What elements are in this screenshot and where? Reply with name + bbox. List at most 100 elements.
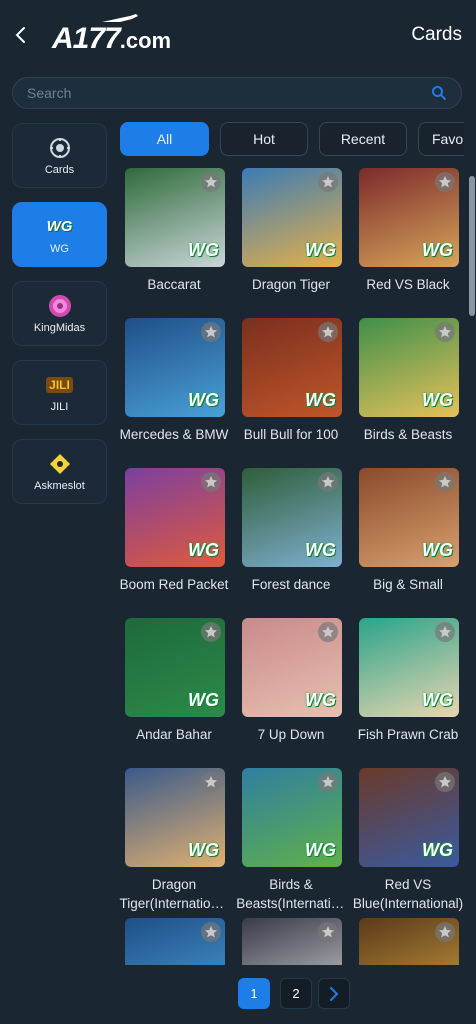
- game-grid: WG Baccarat WG Dragon Tiger WG Red VS Black WG…: [118, 168, 468, 965]
- site-logo[interactable]: A177.com: [52, 12, 202, 58]
- favorite-star-icon[interactable]: [201, 922, 221, 942]
- wg-logo-icon: WG: [305, 240, 336, 260]
- filter-tabs: All Hot Recent Favo: [120, 122, 464, 158]
- game-card[interactable]: WG Big & Small: [352, 468, 464, 594]
- game-card[interactable]: WG Fish Prawn Crab: [352, 618, 464, 744]
- game-card[interactable]: WG: [352, 918, 464, 965]
- favorite-star-icon[interactable]: [318, 772, 338, 792]
- game-card[interactable]: WG: [118, 918, 230, 965]
- game-card[interactable]: WG Red VS Blue(International): [352, 768, 464, 913]
- favorite-star-icon[interactable]: [318, 322, 338, 342]
- favorite-star-icon[interactable]: [435, 172, 455, 192]
- logo-text: A177.com: [52, 22, 171, 56]
- tab-favorites[interactable]: Favo: [418, 122, 464, 156]
- game-card[interactable]: WG: [235, 918, 347, 965]
- favorite-star-icon[interactable]: [201, 472, 221, 492]
- game-thumbnail[interactable]: WG: [242, 468, 342, 567]
- favorite-star-icon[interactable]: [201, 322, 221, 342]
- favorite-star-icon[interactable]: [201, 772, 221, 792]
- game-thumbnail[interactable]: WG: [359, 318, 459, 417]
- game-thumbnail[interactable]: WG: [242, 618, 342, 717]
- game-card[interactable]: WG Birds & Beasts(International): [235, 768, 347, 913]
- tab-hot[interactable]: Hot: [220, 122, 308, 156]
- game-thumbnail[interactable]: WG: [359, 768, 459, 867]
- game-thumbnail[interactable]: WG: [242, 918, 342, 965]
- favorite-star-icon[interactable]: [435, 922, 455, 942]
- search-input[interactable]: [27, 78, 427, 108]
- favorite-star-icon[interactable]: [435, 622, 455, 642]
- favorite-star-icon[interactable]: [435, 472, 455, 492]
- sidebar-item-cards[interactable]: Cards: [12, 123, 107, 188]
- game-thumbnail[interactable]: WG: [125, 918, 225, 965]
- wg-logo-icon: WG: [188, 240, 219, 260]
- favorite-star-icon[interactable]: [435, 772, 455, 792]
- search-bar: [12, 77, 462, 109]
- page-2-button[interactable]: 2: [280, 978, 312, 1009]
- game-card[interactable]: WG Forest dance: [235, 468, 347, 594]
- game-thumbnail[interactable]: WG: [125, 468, 225, 567]
- chevron-right-icon: [330, 986, 339, 1001]
- wg-logo-icon: WG: [305, 540, 336, 560]
- page-title: Cards: [411, 24, 462, 45]
- game-card[interactable]: WG 7 Up Down: [235, 618, 347, 744]
- game-card[interactable]: WG Bull Bull for 100: [235, 318, 347, 444]
- game-thumbnail[interactable]: WG: [242, 318, 342, 417]
- provider-sidebar: Cards WG WG KingMidas JILI JILI Askmeslo…: [12, 123, 108, 518]
- game-card[interactable]: WG Dragon Tiger: [235, 168, 347, 294]
- page-1-button[interactable]: 1: [238, 978, 270, 1009]
- wg-logo-icon: WG: [46, 218, 73, 235]
- wg-logo-icon: WG: [422, 690, 453, 710]
- wg-logo-icon: WG: [305, 390, 336, 410]
- game-thumbnail[interactable]: WG: [125, 168, 225, 267]
- wg-logo-icon: WG: [188, 540, 219, 560]
- game-card[interactable]: WG Boom Red Packet: [118, 468, 230, 594]
- tab-all[interactable]: All: [120, 122, 209, 156]
- wg-logo-icon: WG: [188, 390, 219, 410]
- game-name: Bull Bull for 100: [243, 427, 339, 442]
- game-card[interactable]: WG Andar Bahar: [118, 618, 230, 744]
- game-name: Big & Small: [373, 577, 443, 592]
- game-thumbnail[interactable]: WG: [125, 768, 225, 867]
- logo-main: A177: [52, 22, 121, 55]
- game-name: 7 Up Down: [257, 727, 325, 742]
- game-thumbnail[interactable]: WG: [359, 168, 459, 267]
- pagination: 1 2: [238, 978, 358, 1010]
- chevron-left-icon: [15, 27, 25, 43]
- favorite-star-icon[interactable]: [201, 172, 221, 192]
- game-card[interactable]: WG Red VS Black: [352, 168, 464, 294]
- kingmidas-chip-icon: [46, 294, 74, 318]
- game-card[interactable]: WG Birds & Beasts: [352, 318, 464, 444]
- game-thumbnail[interactable]: WG: [125, 318, 225, 417]
- favorite-star-icon[interactable]: [201, 622, 221, 642]
- game-name: Dragon Tiger: [251, 277, 331, 292]
- sidebar-item-askmeslot[interactable]: Askmeslot: [12, 439, 107, 504]
- game-thumbnail[interactable]: WG: [359, 468, 459, 567]
- game-thumbnail[interactable]: WG: [242, 168, 342, 267]
- game-card[interactable]: WG Dragon Tiger(International): [118, 768, 230, 913]
- favorite-star-icon[interactable]: [318, 172, 338, 192]
- favorite-star-icon[interactable]: [318, 622, 338, 642]
- sidebar-item-jili[interactable]: JILI JILI: [12, 360, 107, 425]
- favorite-star-icon[interactable]: [435, 322, 455, 342]
- game-name: Forest dance: [251, 577, 331, 592]
- game-thumbnail[interactable]: WG: [125, 618, 225, 717]
- game-thumbnail[interactable]: WG: [242, 768, 342, 867]
- back-button[interactable]: [10, 24, 32, 46]
- next-page-button[interactable]: [318, 978, 350, 1009]
- search-icon[interactable]: [431, 85, 447, 101]
- favorite-star-icon[interactable]: [318, 922, 338, 942]
- poker-chip-icon: [46, 136, 74, 160]
- sidebar-item-label: JILI: [50, 400, 69, 413]
- game-name: Red VS Black: [366, 277, 450, 292]
- game-card[interactable]: WG Baccarat: [118, 168, 230, 294]
- wg-logo-icon: WG: [422, 540, 453, 560]
- sidebar-item-kingmidas[interactable]: KingMidas: [12, 281, 107, 346]
- scrollbar[interactable]: [469, 176, 475, 316]
- game-card[interactable]: WG Mercedes & BMW: [118, 318, 230, 444]
- favorite-star-icon[interactable]: [318, 472, 338, 492]
- sidebar-item-wg[interactable]: WG WG: [12, 202, 107, 267]
- game-name: Birds & Beasts(International): [236, 877, 346, 911]
- game-thumbnail[interactable]: WG: [359, 618, 459, 717]
- game-thumbnail[interactable]: WG: [359, 918, 459, 965]
- tab-recent[interactable]: Recent: [319, 122, 407, 156]
